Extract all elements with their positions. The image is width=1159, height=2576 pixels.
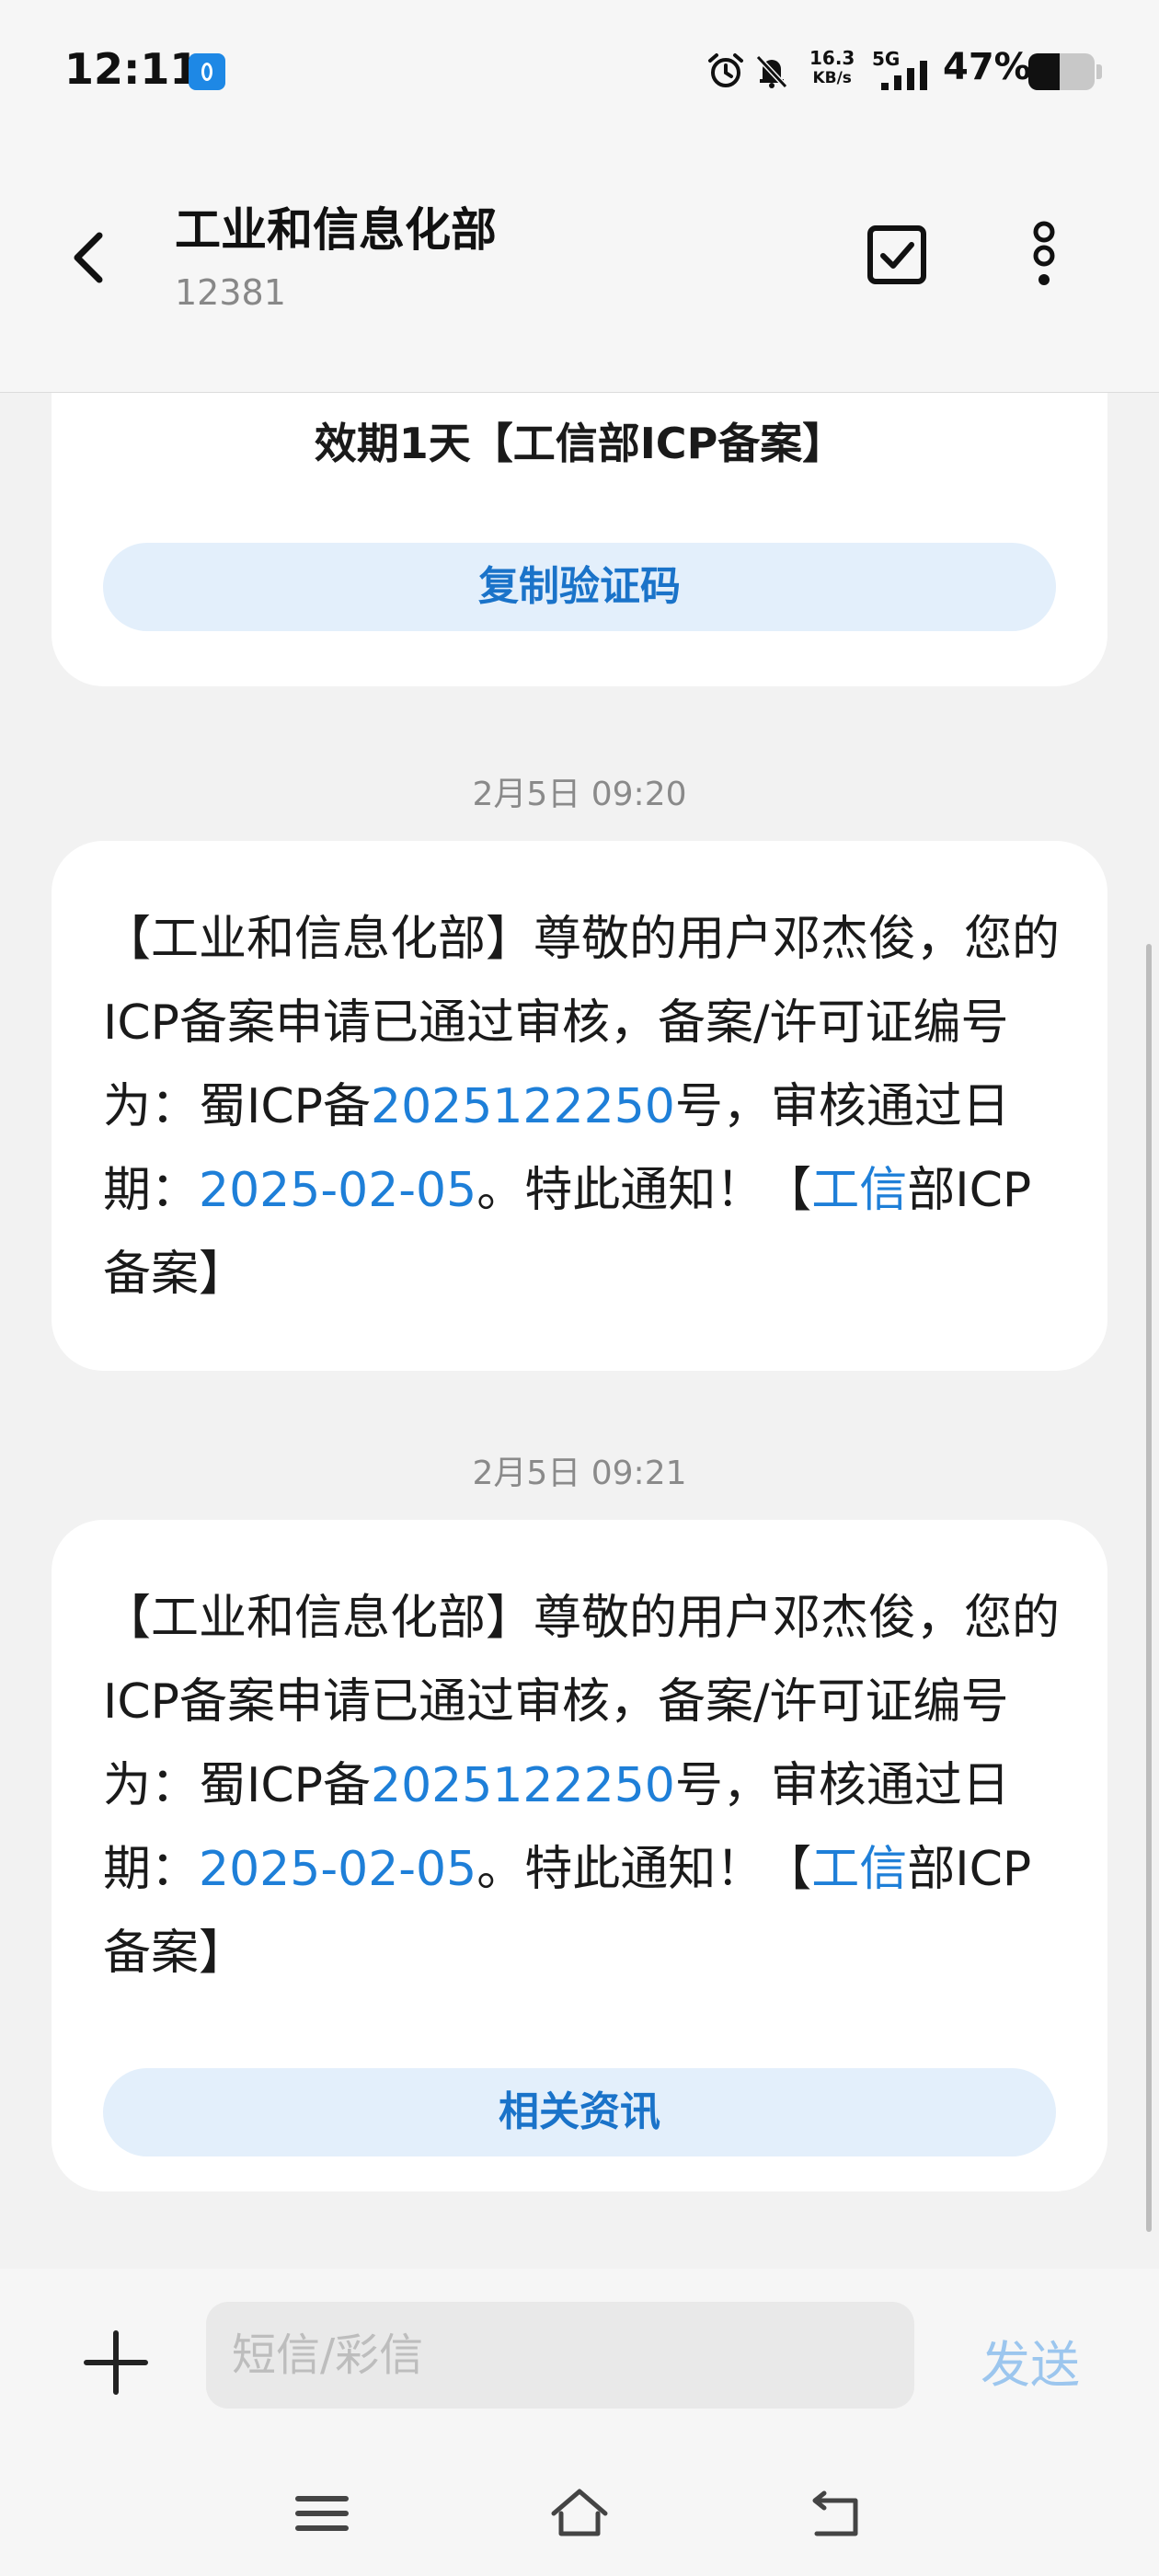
date-link[interactable]: 2025-02-05 xyxy=(199,1163,476,1218)
conversation-header: 工业和信息化部 12381 xyxy=(0,147,1159,393)
contact-number: 12381 xyxy=(175,272,286,313)
status-bar: 12:11 16.3 KB/s 5G 47% xyxy=(0,0,1159,147)
battery-tip xyxy=(1096,64,1102,79)
bell-mute-icon xyxy=(755,54,788,89)
copy-code-button[interactable]: 复制验证码 xyxy=(103,543,1056,631)
message-timestamp: 2月5日 09:20 xyxy=(472,776,687,813)
message-text: 效期1天【工信部ICP备案】 xyxy=(314,419,845,468)
scrollbar[interactable] xyxy=(1146,944,1152,2232)
battery-percent: 47% xyxy=(943,46,1031,88)
plus-icon[interactable] xyxy=(81,2328,151,2398)
message-text: 【工业和信息化部】尊敬的用户邓杰俊，您的ICP备案申请已通过审核，备案/许可证编… xyxy=(103,912,1061,1302)
back-arrow-icon[interactable] xyxy=(63,221,118,294)
record-number-link[interactable]: 2025122250 xyxy=(371,1079,675,1134)
compose-bar: 发送 xyxy=(0,2269,1159,2453)
message-timestamp: 2月5日 09:21 xyxy=(472,1455,687,1492)
message-bubble[interactable]: 【工业和信息化部】尊敬的用户邓杰俊，您的ICP备案申请已通过审核，备案/许可证编… xyxy=(52,1520,1107,2191)
navigation-bar xyxy=(0,2453,1159,2576)
signal-icon xyxy=(881,61,927,90)
battery-icon xyxy=(1028,53,1095,90)
menu-icon[interactable] xyxy=(289,2480,355,2547)
date-link[interactable]: 2025-02-05 xyxy=(199,1842,476,1897)
send-button[interactable]: 发送 xyxy=(981,2324,1080,2397)
message-list[interactable]: 效期1天【工信部ICP备案】 复制验证码 2月5日 09:20 【工业和信息化部… xyxy=(0,392,1159,2269)
message-bubble[interactable]: 效期1天【工信部ICP备案】 复制验证码 xyxy=(52,392,1107,686)
record-number-link[interactable]: 2025122250 xyxy=(371,1758,675,1813)
status-time: 12:11 xyxy=(64,44,200,94)
net-speed: 16.3 KB/s xyxy=(809,47,855,87)
select-check-icon[interactable] xyxy=(865,223,929,287)
message-text: 【工业和信息化部】尊敬的用户邓杰俊，您的ICP备案申请已通过审核，备案/许可证编… xyxy=(103,1591,1061,1981)
related-news-button[interactable]: 相关资讯 xyxy=(103,2068,1056,2156)
message-bubble[interactable]: 【工业和信息化部】尊敬的用户邓杰俊，您的ICP备案申请已通过审核，备案/许可证编… xyxy=(52,841,1107,1371)
message-input[interactable] xyxy=(206,2302,914,2409)
alarm-icon xyxy=(708,53,743,87)
more-vert-icon[interactable] xyxy=(1021,219,1067,293)
hotspot-icon xyxy=(189,53,225,90)
sender-link[interactable]: 工信 xyxy=(811,1842,907,1897)
sender-link[interactable]: 工信 xyxy=(811,1163,907,1218)
home-icon[interactable] xyxy=(546,2480,613,2547)
back-icon[interactable] xyxy=(804,2480,870,2547)
contact-name: 工业和信息化部 xyxy=(175,203,497,257)
